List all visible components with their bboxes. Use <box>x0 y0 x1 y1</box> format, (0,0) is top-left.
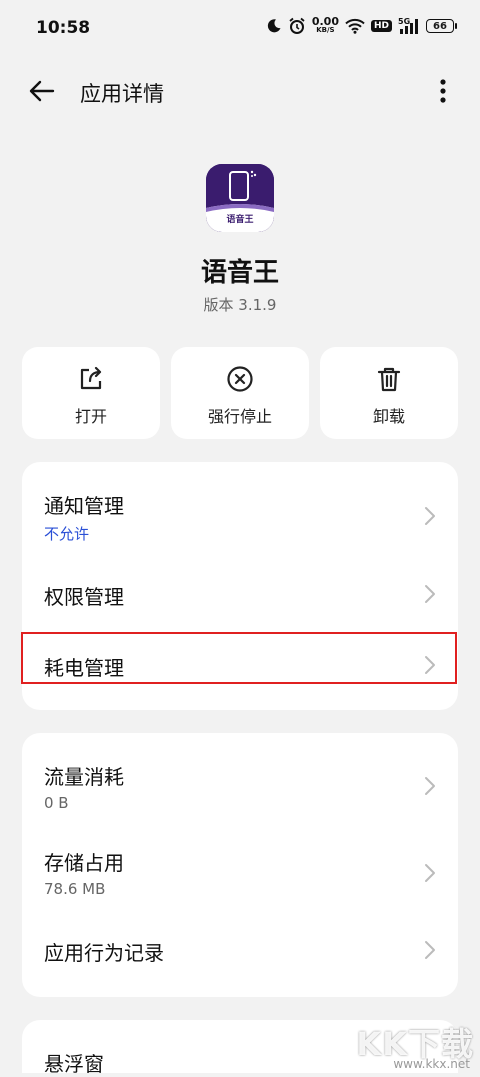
row-subtitle: 不允许 <box>44 525 90 543</box>
chevron-right-icon <box>424 940 436 960</box>
row-title: 存储占用 <box>44 851 124 875</box>
settings-card-usage: 流量消耗 0 B 存储占用 78.6 MB 应用行为记录 <box>22 733 458 997</box>
alarm-icon <box>288 17 306 35</box>
hd-badge: HD <box>370 20 392 32</box>
data-usage-row[interactable]: 流量消耗 0 B <box>22 733 458 823</box>
chevron-right-icon <box>424 506 436 526</box>
wifi-icon <box>345 18 365 34</box>
status-bar: 10:58 0.00 KB/S HD 5G 66 <box>0 0 480 58</box>
row-title: 流量消耗 <box>44 765 124 789</box>
app-version: 版本 3.1.9 <box>203 296 277 314</box>
row-title: 通知管理 <box>44 494 124 518</box>
app-bar: 应用详情 <box>0 68 480 114</box>
app-icon: 语音王 <box>206 164 274 232</box>
battery-indicator: 66 <box>426 19 457 33</box>
row-subtitle: 78.6 MB <box>44 880 106 898</box>
back-arrow-icon[interactable] <box>26 75 58 107</box>
row-title: 权限管理 <box>44 585 124 609</box>
more-options-icon[interactable] <box>436 77 450 105</box>
open-share-icon <box>77 365 105 393</box>
network-speed: 0.00 KB/S <box>311 15 339 34</box>
svg-text:5G: 5G <box>398 17 410 26</box>
chevron-right-icon <box>424 584 436 604</box>
permission-management-row[interactable]: 权限管理 <box>22 562 458 628</box>
chevron-right-icon <box>424 776 436 796</box>
svg-text:语音王: 语音王 <box>226 213 253 225</box>
open-button[interactable]: 打开 <box>22 347 160 439</box>
storage-usage-row[interactable]: 存储占用 78.6 MB <box>22 823 458 909</box>
notification-management-row[interactable]: 通知管理 不允许 <box>22 462 458 552</box>
highlight-box <box>21 632 457 684</box>
force-stop-button-label: 强行停止 <box>207 407 272 426</box>
page-title: 应用详情 <box>80 82 164 106</box>
app-name: 语音王 <box>200 258 279 288</box>
trash-icon <box>375 365 403 393</box>
status-time: 10:58 <box>36 18 91 38</box>
signal-5g-icon: 5G <box>398 17 420 35</box>
chevron-right-icon <box>424 863 436 883</box>
app-behavior-log-row[interactable]: 应用行为记录 <box>22 913 458 983</box>
watermark-url: www.kkx.net <box>393 1057 470 1071</box>
moon-icon <box>266 18 282 34</box>
action-buttons: 打开 强行停止 卸载 <box>22 347 458 439</box>
row-title: 应用行为记录 <box>44 941 164 965</box>
uninstall-button[interactable]: 卸载 <box>320 347 458 439</box>
status-icons: 0.00 KB/S HD 5G 66 <box>266 15 457 35</box>
force-stop-button[interactable]: 强行停止 <box>171 347 309 439</box>
row-subtitle: 0 B <box>44 794 69 812</box>
uninstall-button-label: 卸载 <box>372 407 405 426</box>
force-stop-icon <box>226 365 254 393</box>
open-button-label: 打开 <box>74 407 107 426</box>
